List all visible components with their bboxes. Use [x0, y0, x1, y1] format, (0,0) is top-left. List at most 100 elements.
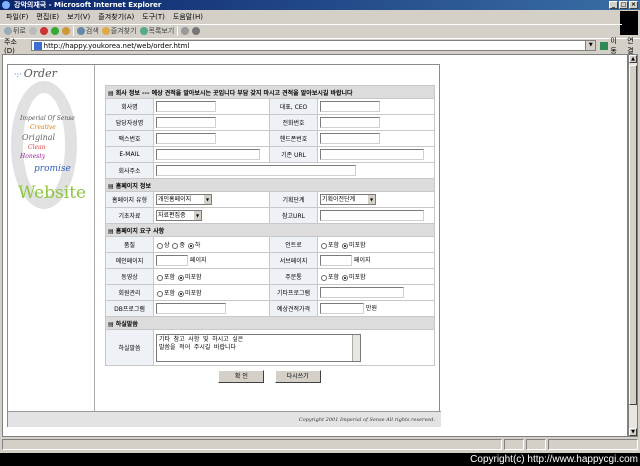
email-input[interactable] — [156, 149, 260, 160]
scroll-up-icon[interactable]: ▲ — [629, 55, 637, 63]
order-page: ·:· Order Imperial Of Sense Creative Orig… — [7, 64, 441, 427]
links-button[interactable]: 연결 — [627, 36, 640, 56]
address-input[interactable]: http://happy.youkorea.net/web/order.html… — [30, 40, 597, 51]
home-button[interactable] — [61, 27, 70, 35]
order-form-table: ▤ 회사 정보 --- 예상 견적을 알아보시는 곳입니다 부담 갖지 마시고 … — [104, 85, 436, 366]
back-arrow-icon — [4, 27, 12, 35]
label-ceo: 대표, CEO — [269, 98, 318, 115]
scroll-thumb[interactable] — [629, 65, 637, 405]
go-arrow-icon — [600, 41, 609, 50]
contact-input[interactable] — [156, 117, 216, 128]
label-intro: 인트로 — [269, 236, 318, 253]
budget-input[interactable] — [320, 303, 364, 314]
forward-arrow-icon — [28, 27, 37, 35]
label-homepage-type: 홈페이지 유형 — [105, 191, 154, 208]
label-video: 동영상 — [105, 268, 154, 285]
toolbar-separator — [177, 26, 179, 36]
label-order-system: 주문통 — [269, 268, 318, 285]
quality-mid-radio[interactable] — [172, 242, 179, 249]
video-exclude-radio[interactable] — [177, 274, 184, 281]
logo-creative: Creative — [30, 124, 56, 131]
label-quality: 품질 — [105, 236, 154, 253]
toolbar: 뒤로 검색 즐겨찾기 목록보기 — [0, 24, 622, 37]
ceo-input[interactable] — [320, 101, 380, 112]
menu-tools[interactable]: 도구(T) — [142, 12, 165, 22]
browser-window: 강악의재국 - Microsoft Internet Explorer _ □ … — [0, 0, 640, 453]
quality-high-radio[interactable] — [157, 242, 163, 249]
logo-honesty: Honesty — [20, 153, 46, 160]
submit-button[interactable]: 확 인 — [218, 370, 265, 383]
logo-imperial: Imperial Of Sense — [20, 115, 75, 122]
search-button[interactable]: 검색 — [76, 26, 99, 36]
logo-website: Website — [18, 183, 87, 203]
sub-page-input[interactable] — [320, 255, 352, 266]
stop-button[interactable] — [39, 27, 48, 35]
menu-favorites[interactable]: 즐겨찾기(A) — [98, 12, 134, 22]
material-select[interactable]: 자료편집중 ▼ — [156, 210, 202, 221]
homepage-type-select[interactable]: 개인홈페이지 ▼ — [156, 194, 212, 205]
chevron-down-icon: ▼ — [368, 195, 375, 204]
intro-include-radio[interactable] — [321, 242, 327, 249]
favorites-button[interactable]: 즐겨찾기 — [101, 26, 137, 36]
go-button[interactable]: 이동 — [600, 36, 623, 56]
address-dropdown-icon[interactable]: ▼ — [585, 41, 596, 50]
windows-logo-icon — [620, 11, 638, 35]
textarea-scrollbar[interactable] — [352, 334, 360, 361]
print-button[interactable] — [192, 27, 201, 35]
forward-button[interactable] — [28, 27, 37, 35]
mobile-input[interactable] — [320, 133, 380, 144]
logo-column: ·:· Order Imperial Of Sense Creative Orig… — [8, 65, 95, 411]
refresh-button[interactable] — [50, 27, 59, 35]
order-exclude-radio[interactable] — [341, 274, 348, 281]
company-name-input[interactable] — [156, 101, 216, 112]
label-existing-url: 기존 URL — [269, 146, 318, 163]
member-include-radio[interactable] — [157, 290, 163, 297]
order-include-radio[interactable] — [321, 274, 327, 281]
chevron-down-icon: ▼ — [204, 195, 211, 204]
menu-help[interactable]: 도움말(H) — [173, 12, 203, 22]
refresh-icon — [50, 27, 59, 35]
chevron-down-icon: ▼ — [194, 211, 201, 220]
label-budget: 예상견적가격 — [269, 300, 318, 317]
member-exclude-radio[interactable] — [177, 290, 184, 297]
address-field[interactable] — [156, 165, 356, 176]
ref-url-input[interactable] — [320, 210, 424, 221]
address-bar: 주소(D) http://happy.youkorea.net/web/orde… — [0, 37, 640, 55]
db-program-input[interactable] — [156, 303, 226, 314]
menu-view[interactable]: 보기(V) — [67, 12, 90, 22]
phone-input[interactable] — [320, 117, 380, 128]
menu-bar: 파일(F) 편집(E) 보기(V) 즐겨찾기(A) 도구(T) 도움말(H) — [0, 11, 640, 23]
history-button[interactable]: 목록보기 — [139, 26, 174, 36]
favorites-icon — [101, 27, 110, 35]
label-company-name: 회사명 — [105, 98, 154, 115]
menu-edit[interactable]: 편집(E) — [36, 12, 59, 22]
reset-button[interactable]: 다시쓰기 — [274, 370, 321, 383]
address-label: 주소(D) — [4, 37, 17, 55]
label-ref-url: 참고URL — [269, 207, 318, 224]
other-program-input[interactable] — [320, 287, 404, 298]
status-text-panel — [2, 439, 502, 450]
main-page-input[interactable] — [156, 255, 188, 266]
close-button[interactable]: × — [629, 1, 638, 9]
back-button[interactable]: 뒤로 — [4, 26, 26, 36]
minimize-button[interactable]: _ — [609, 1, 618, 9]
fax-input[interactable] — [156, 133, 216, 144]
menu-file[interactable]: 파일(F) — [6, 12, 28, 22]
title-bar: 강악의재국 - Microsoft Internet Explorer _ □ … — [0, 0, 640, 10]
label-mobile: 핸드폰번호 — [269, 130, 318, 147]
remarks-textarea[interactable]: 기타 참고 사항 및 하시고 싶은 말씀을 적어 주시길 바랍니다 — [156, 333, 361, 362]
intro-exclude-radio[interactable] — [341, 242, 348, 249]
existing-url-input[interactable] — [320, 149, 424, 160]
quality-low-radio[interactable] — [187, 242, 194, 249]
video-include-radio[interactable] — [157, 274, 163, 281]
mail-button[interactable] — [181, 27, 190, 35]
scroll-down-icon[interactable]: ▼ — [629, 428, 637, 436]
stage-select[interactable]: 기획이전단계 ▼ — [320, 194, 376, 205]
vertical-scrollbar[interactable]: ▲ ▼ — [628, 54, 638, 437]
maximize-button[interactable]: □ — [619, 1, 628, 9]
label-main-page: 메인페이지 — [105, 252, 154, 269]
label-member: 회원관리 — [105, 284, 154, 301]
history-icon — [139, 27, 148, 35]
home-icon — [61, 27, 70, 35]
toolbar-separator — [72, 26, 74, 36]
